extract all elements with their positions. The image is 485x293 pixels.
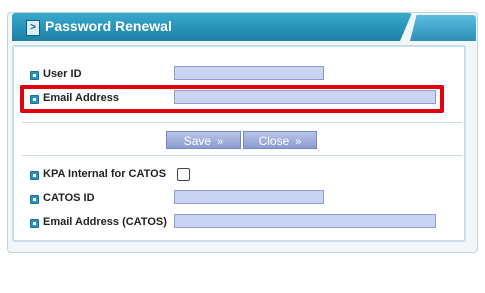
chevron-right-icon: »: [217, 136, 224, 148]
close-button[interactable]: Close »: [243, 131, 317, 149]
divider: [22, 155, 462, 156]
catos-id-label: CATOS ID: [43, 192, 95, 204]
divider: [22, 122, 462, 123]
secondary-tab[interactable]: [410, 15, 476, 41]
save-button[interactable]: Save »: [166, 131, 241, 149]
kpa-internal-label: KPA Internal for CATOS: [43, 168, 167, 180]
bullet-icon: [30, 171, 39, 180]
user-id-label: User ID: [43, 68, 82, 80]
close-button-label: Close: [258, 134, 290, 148]
bullet-icon: [30, 71, 39, 80]
title-tab: > Password Renewal: [12, 13, 412, 41]
title-tab-bar: > Password Renewal: [8, 13, 477, 43]
user-id-input[interactable]: [174, 66, 324, 80]
window-title: Password Renewal: [45, 18, 172, 34]
catos-email-input[interactable]: [174, 214, 436, 228]
collapse-arrow-icon[interactable]: >: [26, 20, 40, 36]
catos-email-label: Email Address (CATOS): [43, 216, 167, 228]
save-button-label: Save: [183, 134, 212, 148]
catos-id-input[interactable]: [174, 190, 324, 204]
bullet-icon: [30, 195, 39, 204]
bullet-icon: [30, 219, 39, 228]
kpa-internal-checkbox[interactable]: [177, 168, 190, 181]
email-highlight-box: [20, 85, 444, 113]
chevron-right-icon: »: [295, 136, 302, 148]
